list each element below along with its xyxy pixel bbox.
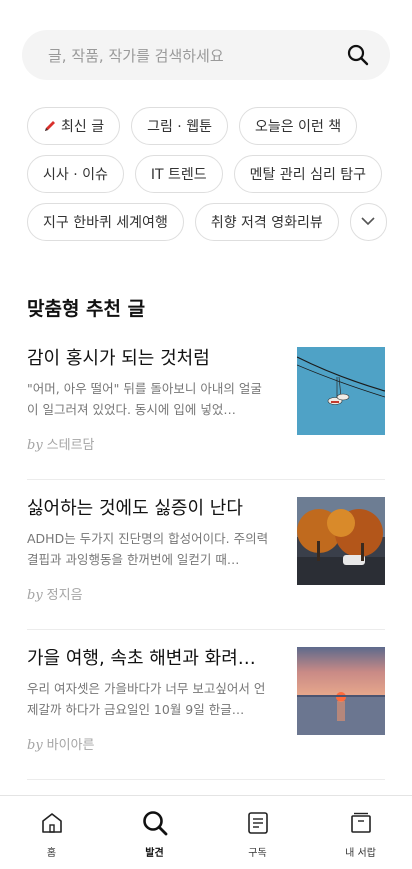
chip-books[interactable]: 오늘은 이런 책: [238, 107, 358, 145]
author-name: 스테르담: [46, 438, 95, 453]
item-author: by 바이아른: [27, 734, 272, 753]
chip-travel[interactable]: 지구 한바퀴 세계여행: [27, 203, 184, 241]
tab-home[interactable]: 홈: [0, 796, 103, 869]
chip-label: 취향 저격 영화리뷰: [210, 215, 323, 231]
section-title: 맞춤형 추천 글: [27, 298, 146, 320]
more-keywords-button[interactable]: [349, 203, 387, 241]
tab-drawer[interactable]: 내 서랍: [309, 796, 412, 869]
search-input[interactable]: 글, 작품, 작가를 검색하세요: [48, 45, 344, 66]
list-item[interactable]: 가을 여행, 속초 해변과 화려한… 우리 여자셋은 가을바다가 너무 보고싶어…: [27, 630, 385, 780]
tab-label: 구독: [248, 848, 267, 859]
item-title[interactable]: 싫어하는 것에도 싫증이 난다: [27, 496, 272, 522]
chip-issue[interactable]: 시사 · 이슈: [27, 155, 124, 193]
drawer-icon: [348, 810, 374, 836]
subscribe-icon: [245, 810, 271, 836]
chevron-down-icon: [361, 214, 375, 230]
tab-discover[interactable]: 발견: [103, 796, 206, 869]
chip-label: 지구 한바퀴 세계여행: [43, 215, 168, 231]
author-name: 정지음: [46, 588, 83, 603]
thumbnail-image[interactable]: [297, 497, 385, 585]
chip-label: 시사 · 이슈: [43, 167, 108, 183]
search-icon: [142, 810, 168, 836]
chip-label: IT 트렌드: [150, 167, 207, 183]
thumbnail-image[interactable]: [297, 347, 385, 435]
chip-latest[interactable]: 최신 글: [27, 107, 121, 145]
tab-label: 발견: [145, 848, 164, 859]
chip-label: 멘탈 관리 심리 탐구: [249, 167, 367, 183]
item-description: "어머, 아우 떨어" 뒤를 돌아보니 아내의 얼굴이 일그러져 있었다. 동시…: [27, 381, 262, 417]
list-item[interactable]: 감이 홍시가 되는 것처럼 "어머, 아우 떨어" 뒤를 돌아보니 아내의 얼굴…: [27, 330, 385, 480]
item-description: 우리 여자셋은 가을바다가 너무 보고싶어서 언제갈까 하다가 금요일인 10월…: [27, 681, 266, 717]
list-item[interactable]: 싫어하는 것에도 싫증이 난다 ADHD는 두가지 진단명의 합성어이다. 주의…: [27, 480, 385, 630]
author-name: 바이아른: [46, 738, 95, 753]
search-icon[interactable]: [344, 41, 372, 69]
keyword-chips: 최신 글 그림 · 웹툰 오늘은 이런 책 시사 · 이슈 IT 트렌드 멘탈 …: [27, 107, 387, 251]
chip-movie[interactable]: 취향 저격 영화리뷰: [194, 203, 339, 241]
bottom-tab-bar: 홈 발견 구독 내 서랍: [0, 795, 412, 869]
tab-label: 내 서랍: [345, 848, 376, 859]
tab-subscribe[interactable]: 구독: [206, 796, 309, 869]
search-bar[interactable]: 글, 작품, 작가를 검색하세요: [22, 30, 390, 80]
recommend-list: 감이 홍시가 되는 것처럼 "어머, 아우 떨어" 뒤를 돌아보니 아내의 얼굴…: [27, 330, 385, 780]
item-title[interactable]: 가을 여행, 속초 해변과 화려한…: [27, 646, 272, 672]
by-label: by: [27, 738, 43, 753]
chip-mental[interactable]: 멘탈 관리 심리 탐구: [233, 155, 383, 193]
item-description: ADHD는 두가지 진단명의 합성어이다. 주의력 결핍과 과잉행동을 한꺼번에…: [27, 531, 269, 567]
item-author: by 정지음: [27, 584, 272, 603]
home-icon: [39, 810, 65, 836]
item-author: by 스테르담: [27, 434, 272, 453]
item-title[interactable]: 감이 홍시가 되는 것처럼: [27, 346, 272, 372]
by-label: by: [27, 588, 43, 603]
chip-label: 오늘은 이런 책: [254, 119, 342, 135]
thumbnail-image[interactable]: [297, 647, 385, 735]
chip-webtoon[interactable]: 그림 · 웹툰: [131, 107, 228, 145]
tab-label: 홈: [46, 848, 57, 859]
chip-label: 그림 · 웹툰: [147, 119, 212, 135]
pencil-icon: [43, 119, 57, 133]
by-label: by: [27, 438, 43, 453]
chip-label: 최신 글: [61, 119, 105, 135]
chip-it-trend[interactable]: IT 트렌드: [134, 155, 223, 193]
